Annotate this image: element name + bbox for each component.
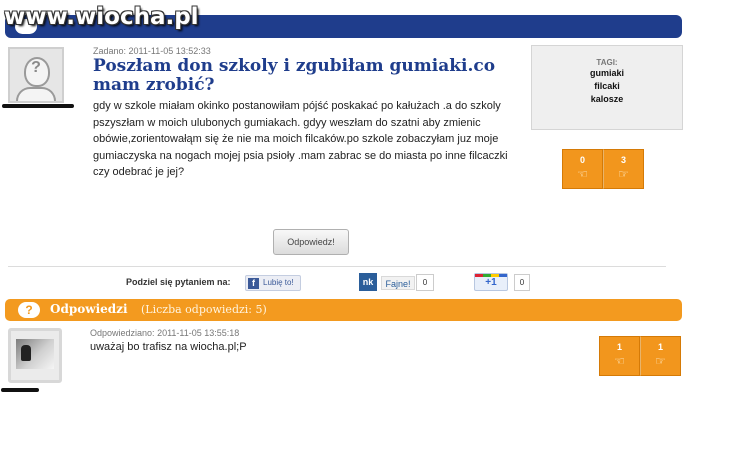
question-body: gdy w szkole miałam okinko postanowiłam … [93,100,508,178]
tags-box: TAGI: gumiaki filcaki kalosze [531,45,683,130]
tag-link[interactable]: gumiaki [532,67,682,80]
answer-text: uważaj bo trafisz na wiocha.pl;P [90,341,247,353]
question-vote-box: 0 ☜ 3 ☞ [562,149,644,189]
avatar-figure [21,345,31,361]
vote-up-count: 1 [616,342,622,352]
question-mark-icon: ? [31,59,41,76]
google-color-bar [475,274,507,277]
asker-avatar[interactable]: ? [8,47,64,103]
site-watermark: www.wiocha.pl [4,4,199,30]
facebook-like-button[interactable]: f Lubię to! [245,275,301,291]
vote-up-button[interactable]: 0 ☜ [562,149,603,189]
share-label: Podziel się pytaniem na: [126,277,231,287]
tag-link[interactable]: kalosze [532,93,682,106]
avatar-shoulder-icon [16,87,56,101]
question-bubble-icon: ? [18,302,40,318]
answer-date: Odpowiedziano: 2011-11-05 13:55:18 [90,328,240,338]
vote-up-button[interactable]: 1 ☜ [599,336,640,376]
answers-title: Odpowiedzi [50,302,128,316]
vote-down-button[interactable]: 1 ☞ [640,336,681,376]
vote-down-count: 3 [620,155,626,165]
thumb-down-icon: ☞ [618,167,629,181]
nk-count: 0 [416,274,434,291]
divider [8,266,666,267]
thumb-up-icon: ☜ [577,167,588,181]
answers-count: (Liczba odpowiedzi: 5) [141,303,267,316]
thumb-down-icon: ☞ [655,354,666,368]
nk-icon[interactable]: nk [359,273,377,291]
vote-up-count: 0 [579,155,585,165]
google-plus-one-button[interactable]: +1 [474,273,508,291]
google-plus-count: 0 [514,274,530,291]
tags-label: TAGI: [596,58,618,67]
vote-down-button[interactable]: 3 ☞ [603,149,644,189]
answerer-avatar[interactable] [8,328,62,383]
asker-name-redaction [2,104,74,108]
facebook-icon: f [248,278,259,289]
answerer-name-redaction [1,388,39,392]
question-title[interactable]: Poszłam don szkoly i zgubiłam gumiaki.co… [93,57,523,95]
answer-vote-box: 1 ☜ 1 ☞ [599,336,681,376]
vote-down-count: 1 [657,342,663,352]
question-date: Zadano: 2011-11-05 13:52:33 [93,46,211,56]
answer-button[interactable]: Odpowiedz! [273,229,349,255]
nk-fajne-button[interactable]: Fajne! [381,276,415,290]
answers-header-bar: ? Odpowiedzi (Liczba odpowiedzi: 5) [5,299,682,321]
tag-link[interactable]: filcaki [532,80,682,93]
thumb-up-icon: ☜ [614,354,625,368]
